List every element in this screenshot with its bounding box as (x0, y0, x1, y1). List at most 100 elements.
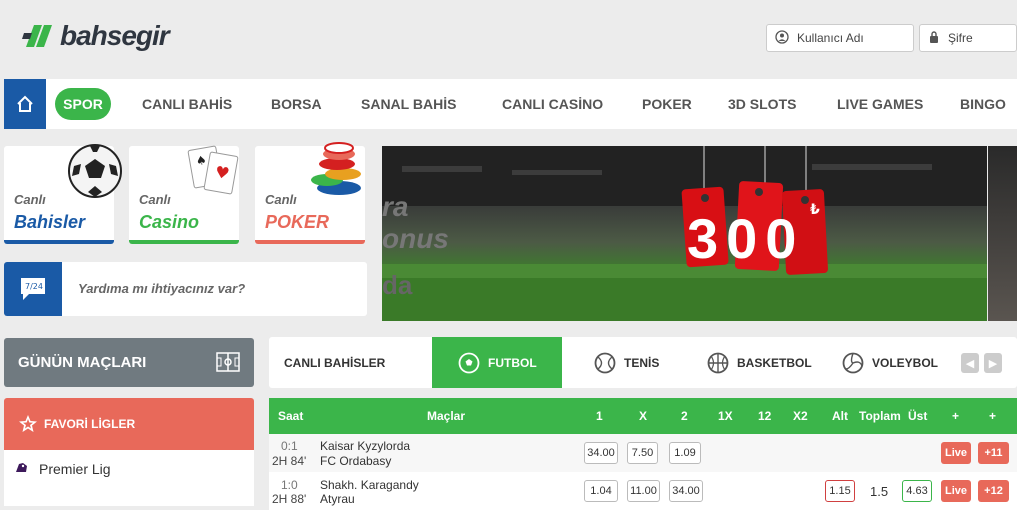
col-2: 2 (681, 409, 688, 423)
pitch-icon (216, 352, 240, 372)
tab-label: TENİS (624, 355, 660, 370)
odd-2[interactable]: 34.00 (669, 480, 703, 502)
chat-icon: 7/24 (4, 262, 62, 316)
nav-bingo[interactable]: BINGO (960, 96, 1006, 112)
tabs-prev-button[interactable]: ◀ (961, 353, 979, 373)
odd-alt[interactable]: 1.15 (825, 480, 855, 502)
tab-voleybol[interactable]: VOLEYBOL (842, 337, 938, 388)
favorite-leagues-title: FAVORİ LİGLER (44, 417, 136, 431)
banner-next-slide[interactable] (988, 146, 1017, 321)
premier-league-lion-icon (16, 463, 27, 472)
tab-label: CANLI BAHİSLER (284, 355, 386, 370)
card-canli-bahisler[interactable]: Canlı Bahisler (4, 144, 122, 244)
chevron-left-icon: ◀ (965, 357, 975, 370)
banner-currency: ₺ (810, 202, 820, 218)
home-team: Shakh. Karagandy (320, 478, 419, 492)
league-label: Premier Lig (39, 461, 111, 477)
banner-text-3: da (382, 270, 413, 300)
match-score: 1:0 (281, 478, 298, 492)
match-score: 0:1 (281, 439, 298, 453)
volleyball-icon (842, 352, 864, 373)
card-accent-bar (129, 240, 239, 244)
away-team: Atyrau (320, 492, 355, 506)
tab-futbol[interactable]: FUTBOL (432, 337, 562, 388)
card-accent-bar (4, 240, 114, 244)
playing-cards-icon: ♠ ♥ (187, 145, 239, 195)
basketball-icon (707, 352, 729, 373)
odd-2[interactable]: 1.09 (669, 442, 701, 464)
username-placeholder: Kullanıcı Adı (797, 31, 864, 45)
card-canli-casino[interactable]: ♠ ♥ Canlı Casino (129, 145, 239, 244)
live-button[interactable]: Live (941, 442, 971, 464)
chevron-right-icon: ▶ (988, 357, 998, 370)
poker-chips-icon (311, 142, 361, 195)
help-text: Yardıma mı ihtiyacınız var? (78, 281, 246, 296)
table-row[interactable]: 1:0 2H 88' Shakh. Karagandy Atyrau 1.04 … (269, 472, 1017, 510)
more-markets-button[interactable]: +11 (978, 442, 1009, 464)
card-line2: Casino (139, 212, 200, 232)
nav-spor[interactable]: SPOR (55, 88, 111, 120)
col-saat: Saat (278, 409, 304, 423)
card-line2: Bahisler (14, 212, 86, 232)
more-markets-button[interactable]: +12 (978, 480, 1009, 502)
todays-matches-title: GÜNÜN MAÇLARI (18, 354, 147, 371)
away-team: FC Ordabasy (320, 454, 392, 468)
card-canli-poker[interactable]: Canlı POKER (255, 142, 365, 244)
tab-tenis[interactable]: TENİS (594, 337, 659, 388)
home-team: Kaisar Kyzylorda (320, 439, 411, 453)
nav-3d-slots[interactable]: 3D SLOTS (728, 96, 796, 112)
banner-art: 300 ₺ ra onus da (382, 146, 987, 321)
col-x2: X2 (793, 409, 808, 423)
odd-ust[interactable]: 4.63 (902, 480, 932, 502)
col-toplam: Toplam (859, 409, 901, 423)
logo-text: bahsegir (60, 20, 170, 51)
password-placeholder: Şifre (948, 31, 973, 45)
card-line1: Canlı (14, 192, 46, 207)
user-icon (775, 29, 789, 47)
banner-text-2: onus (382, 223, 449, 254)
col-ust: Üst (908, 409, 928, 423)
star-icon (19, 415, 37, 432)
help-box[interactable]: 7/24 Yardıma mı ihtiyacınız var? (4, 262, 367, 316)
soccer-ball-icon (68, 144, 122, 198)
nav-canli-bahis[interactable]: CANLI BAHİS (142, 96, 232, 112)
col-1x: 1X (718, 409, 733, 423)
nav-borsa[interactable]: BORSA (271, 96, 322, 112)
todays-matches-header[interactable]: GÜNÜN MAÇLARI (4, 338, 254, 387)
nav-canli-casino[interactable]: CANLI CASİNO (502, 96, 603, 112)
league-item-premier-lig[interactable]: Premier Lig (4, 450, 254, 484)
card-line2: POKER (265, 212, 330, 232)
banner-text-1: ra (382, 191, 408, 222)
col-alt: Alt (832, 409, 848, 423)
tab-label: VOLEYBOL (872, 355, 939, 370)
table-row[interactable]: 0:1 2H 84' Kaisar Kyzylorda FC Ordabasy … (269, 434, 1017, 472)
card-accent-bar (255, 240, 365, 244)
soccer-icon (458, 352, 480, 373)
match-time: 2H 84' (272, 454, 307, 468)
league-list: Premier Lig (4, 450, 254, 506)
col-maclar: Maçlar (427, 409, 466, 423)
favorite-leagues-header[interactable]: FAVORİ LİGLER (4, 398, 254, 450)
home-button[interactable] (4, 79, 46, 129)
tab-label: BASKETBOL (737, 355, 812, 370)
tab-basketbol[interactable]: BASKETBOL (707, 337, 812, 388)
tabs-next-button[interactable]: ▶ (984, 353, 1002, 373)
tab-label: FUTBOL (488, 355, 537, 370)
logo[interactable]: bahsegir (22, 20, 170, 52)
help-badge: 7/24 (25, 282, 43, 291)
odd-1[interactable]: 34.00 (584, 442, 618, 464)
odd-1[interactable]: 1.04 (584, 480, 618, 502)
odd-x[interactable]: 7.50 (627, 442, 658, 464)
nav-live-games[interactable]: LIVE GAMES (837, 96, 923, 112)
live-button[interactable]: Live (941, 480, 971, 502)
password-field[interactable]: Şifre (919, 24, 1017, 52)
col-x: X (639, 409, 648, 423)
nav-poker[interactable]: POKER (642, 96, 692, 112)
username-field[interactable]: Kullanıcı Adı (766, 24, 914, 52)
promo-banner[interactable]: 300 ₺ ra onus da (382, 146, 987, 321)
tab-canli-bahisler[interactable]: CANLI BAHİSLER (284, 337, 385, 388)
logo-mark-icon (22, 21, 56, 51)
odd-x[interactable]: 11.00 (627, 480, 660, 502)
card-line1: Canlı (139, 192, 171, 207)
nav-sanal-bahis[interactable]: SANAL BAHİS (361, 96, 456, 112)
